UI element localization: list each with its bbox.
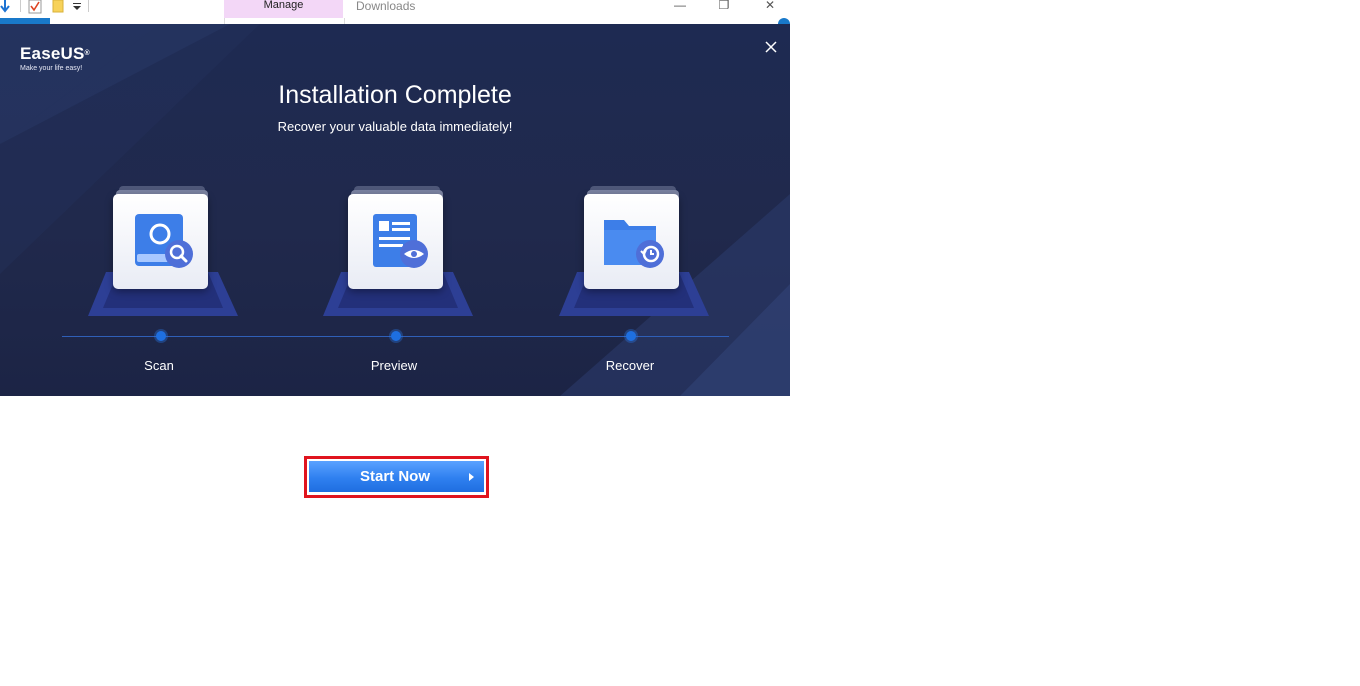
dialog-subtitle: Recover your valuable data immediately!: [277, 119, 513, 134]
timeline-node-scan: [156, 331, 166, 341]
step-label-recover: Recover: [605, 358, 655, 373]
preview-card: [348, 194, 443, 289]
folder-restore-icon: [604, 220, 664, 268]
customize-toolbar-caret-icon[interactable]: [72, 0, 82, 14]
toolbar-separator: [88, 0, 89, 12]
recover-card: [584, 194, 679, 289]
window-title-downloads: Downloads: [356, 0, 416, 13]
restore-icon[interactable]: ❐: [714, 0, 734, 12]
installer-dialog: EaseUS® Make your life easy! Installatio…: [0, 24, 790, 396]
caret-right-icon: [469, 473, 474, 481]
toolbar-separator: [20, 0, 21, 12]
timeline-node-preview: [391, 331, 401, 341]
step-label-scan: Scan: [144, 358, 174, 373]
explorer-toolbar: Manage Downloads — ❐ ✕: [0, 0, 790, 24]
properties-check-icon[interactable]: [28, 0, 42, 14]
start-now-label: Start Now: [359, 468, 430, 485]
minimize-icon[interactable]: —: [670, 0, 690, 12]
scan-magnifier-icon: [135, 214, 193, 268]
tab-manage[interactable]: Manage: [224, 0, 343, 18]
document-eye-icon: [373, 214, 428, 268]
easeus-logo: EaseUS® Make your life easy!: [20, 44, 90, 73]
step-scan: [70, 184, 250, 370]
step-recover: [541, 184, 721, 370]
start-now-button[interactable]: Start Now: [309, 461, 484, 492]
scan-card: [113, 194, 208, 289]
step-label-preview: Preview: [370, 358, 418, 373]
logo-registered-mark: ®: [84, 50, 90, 57]
dialog-title: Installation Complete: [278, 81, 512, 109]
logo-name: EaseUS: [20, 44, 85, 63]
step-preview: [305, 184, 485, 370]
timeline-node-recover: [626, 331, 636, 341]
window-close-icon[interactable]: ✕: [760, 0, 780, 12]
down-arrow-icon[interactable]: [0, 0, 10, 14]
dialog-close-icon[interactable]: [762, 38, 780, 56]
new-folder-icon[interactable]: [52, 0, 64, 14]
logo-tagline: Make your life easy!: [20, 65, 83, 72]
